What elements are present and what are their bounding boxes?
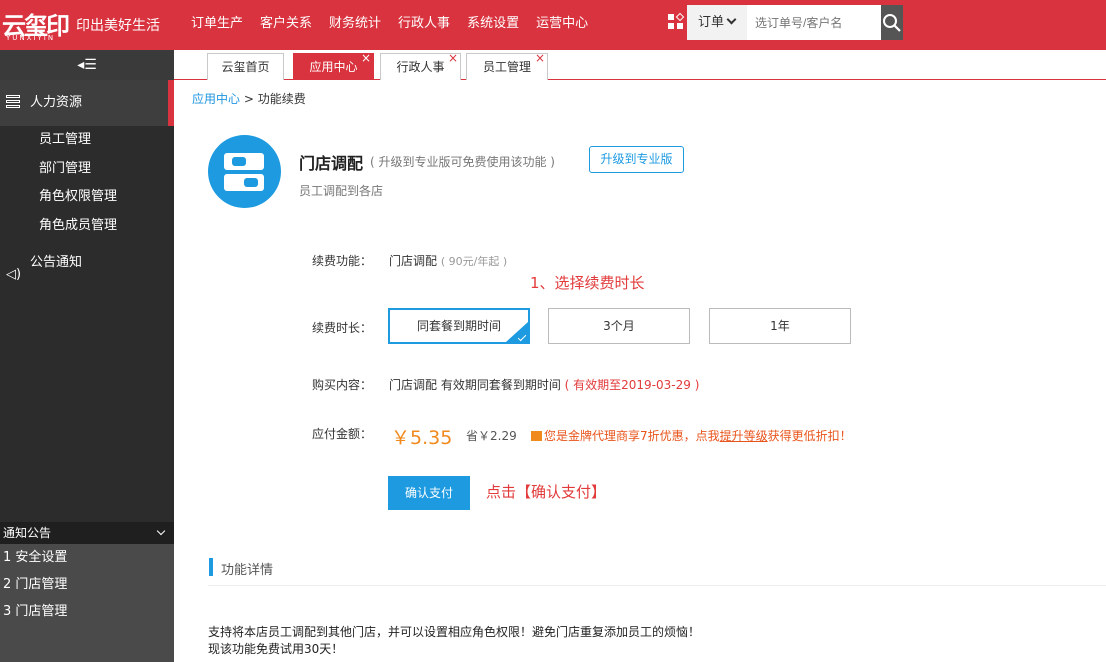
sidebar: ◂☰ 人力资源 员工管理 部门管理 角色权限管理 角色成员管理 ◁) 公告通知 … (0, 50, 174, 662)
func-value: 门店调配 (389, 254, 438, 268)
close-icon[interactable]: × (535, 45, 545, 71)
collapse-menu-icon: ◂☰ (77, 57, 97, 73)
search-type-label: 订单 (698, 15, 725, 30)
notice-list: 1 安全设置 2 门店管理 3 门店管理 (0, 544, 174, 662)
search-type-select[interactable]: 订单 (687, 5, 747, 40)
buy-label: 购买内容： (312, 378, 373, 392)
tab-home[interactable]: 云玺首页 (207, 53, 284, 80)
close-icon[interactable]: × (448, 45, 458, 71)
tab-app-center[interactable]: 应用中心 × (293, 51, 374, 80)
duration-option-package[interactable]: 同套餐到期时间 (388, 308, 530, 344)
buy-expiry: ( 有效期至2019-03-29 ) (564, 378, 700, 392)
promo-text: 您是金牌代理商享7折优惠，点我提升等级获得更低折扣！ (531, 427, 852, 444)
close-icon[interactable]: × (361, 45, 371, 71)
nav-item-operations[interactable]: 运营中心 (536, 0, 588, 50)
tab-admin[interactable]: 行政人事 × (380, 51, 461, 80)
tab-label: 应用中心 (309, 60, 358, 74)
chevron-down-icon (726, 14, 737, 25)
chevron-down-icon (156, 526, 166, 536)
feature-title: 门店调配 (299, 154, 364, 173)
sidebar-section-label: 人力资源 (30, 95, 83, 110)
logo-mark: 云玺印 YUNXIYIN (2, 4, 70, 46)
func-label: 续费功能： (312, 254, 373, 268)
feature-desc: 员工调配到各店 (299, 184, 384, 198)
step2-annotation: 点击【确认支付】 (486, 483, 607, 501)
speaker-icon: ◁) (6, 267, 22, 282)
option-label: 同套餐到期时间 (416, 319, 501, 333)
divider (208, 585, 1106, 586)
nav-item-finance[interactable]: 财务统计 (329, 0, 381, 50)
slogan: 印出美好生活 (76, 18, 160, 34)
tab-label: 云玺首页 (221, 60, 270, 74)
sidebar-section-hr[interactable]: 人力资源 (0, 80, 174, 126)
option-label: 1年 (770, 319, 790, 333)
price-value: ￥5.35 (391, 427, 453, 449)
logo[interactable]: 云玺印 YUNXIYIN 印出美好生活 (0, 0, 174, 50)
saving-text: 省￥2.29 (466, 429, 517, 443)
nav-item-admin[interactable]: 行政人事 (398, 0, 450, 50)
breadcrumb-current: 功能续费 (257, 92, 306, 106)
confirm-pay-button[interactable]: 确认支付 (388, 476, 470, 510)
search-button[interactable] (881, 5, 903, 40)
duration-option-1year[interactable]: 1年 (709, 308, 851, 344)
top-bar: 云玺印 YUNXIYIN 印出美好生活 订单生产 客户关系 财务统计 行政人事 … (0, 0, 1106, 50)
sidebar-item-notices[interactable]: ◁) 公告通知 (0, 244, 174, 282)
tab-label: 行政人事 (396, 60, 445, 74)
sidebar-collapse-button[interactable]: ◂☰ (0, 50, 174, 80)
sidebar-item-employees[interactable]: 员工管理 (0, 126, 174, 155)
search-icon (883, 14, 901, 32)
breadcrumb-sep: > (243, 92, 254, 106)
list-icon (6, 95, 20, 109)
option-label: 3个月 (603, 319, 635, 333)
breadcrumb: 应用中心 > 功能续费 (192, 90, 306, 107)
func-value-row: 门店调配 ( 90元/年起 ) (389, 252, 507, 269)
details-line: 支持将本店员工调配到其他门店，并可以设置相应角色权限！避免门店重复添加员工的烦恼… (208, 625, 701, 639)
search-box: 订单 (687, 5, 903, 40)
buy-content: 门店调配 有效期同套餐到期时间 ( 有效期至2019-03-29 ) (389, 376, 699, 393)
nav-item-settings[interactable]: 系统设置 (467, 0, 519, 50)
notice-item[interactable]: 3 门店管理 (0, 598, 174, 625)
main-nav: 订单生产 客户关系 财务统计 行政人事 系统设置 运营中心 (191, 0, 605, 50)
pay-label: 应付金额： (312, 427, 373, 441)
details-title: 功能详情 (221, 563, 274, 578)
selected-corner (506, 322, 528, 342)
upgrade-button[interactable]: 升级到专业版 (589, 146, 684, 173)
apps-grid-icon[interactable] (668, 12, 685, 30)
notice-panel-title: 通知公告 (3, 526, 52, 540)
nav-item-orders[interactable]: 订单生产 (191, 0, 243, 50)
section-marker (209, 558, 213, 576)
store-transfer-icon (208, 135, 281, 208)
duration-option-3months[interactable]: 3个月 (548, 308, 690, 344)
duration-label: 续费时长： (312, 321, 373, 335)
func-price: ( 90元/年起 ) (440, 255, 508, 268)
sidebar-item-role-permissions[interactable]: 角色权限管理 (0, 183, 174, 212)
step1-annotation: 1、选择续费时长 (530, 274, 645, 292)
tab-label: 员工管理 (482, 60, 531, 74)
promo-before: 您是金牌代理商享7折优惠，点我 (544, 429, 720, 443)
nav-item-customers[interactable]: 客户关系 (260, 0, 312, 50)
feature-hint: ( 升级到专业版可免费使用该功能 ) (370, 155, 555, 169)
sidebar-item-departments[interactable]: 部门管理 (0, 155, 174, 184)
upgrade-level-link[interactable]: 提升等级 (720, 429, 768, 443)
notice-item[interactable]: 2 门店管理 (0, 571, 174, 598)
details-line: 现该功能免费试用30天！ (208, 642, 344, 656)
gift-icon (531, 431, 542, 441)
promo-after: 获得更低折扣！ (767, 429, 852, 443)
breadcrumb-link[interactable]: 应用中心 (192, 92, 240, 106)
notice-panel-header[interactable]: 通知公告 (0, 522, 174, 544)
tab-bar: 云玺首页 应用中心 × 行政人事 × 员工管理 × (174, 50, 1106, 80)
buy-value: 门店调配 有效期同套餐到期时间 (389, 378, 561, 392)
notice-item[interactable]: 1 安全设置 (0, 544, 174, 571)
active-indicator (168, 80, 174, 126)
sidebar-item-role-members[interactable]: 角色成员管理 (0, 212, 174, 241)
search-input[interactable] (749, 5, 881, 40)
tab-employees[interactable]: 员工管理 × (466, 51, 548, 80)
sidebar-notice-label: 公告通知 (30, 255, 83, 270)
logo-sub: YUNXIYIN (6, 34, 56, 42)
